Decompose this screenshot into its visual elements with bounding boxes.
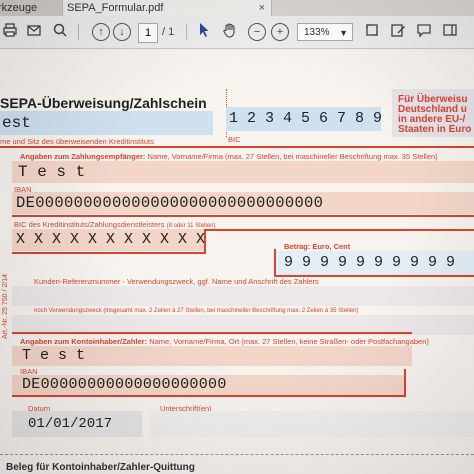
close-tab-icon[interactable]: × (259, 0, 265, 16)
bic2-value: X X X X X X X X X X X (16, 231, 206, 248)
bank-name-field[interactable]: est (0, 111, 213, 135)
recipient-iban-value: DE000000000000000000000000000000 (16, 194, 324, 212)
page-number-input[interactable]: 1 (138, 23, 158, 43)
form-title: SEPA-Überweisung/Zahlschein (0, 95, 207, 111)
toolbar-divider (186, 24, 187, 40)
print-icon[interactable] (0, 22, 20, 42)
cut-line (0, 454, 474, 456)
comment-icon[interactable] (414, 22, 434, 42)
bic-label: BIC (228, 135, 241, 144)
bic-field[interactable]: 1 2 3 4 5 6 7 8 9 0 (226, 107, 400, 131)
bic2-underline (12, 252, 206, 254)
amount-field[interactable]: 9 9 9 9 9 9 9 9 9 9 (276, 251, 474, 275)
amount-label: Betrag: Euro, Cent (284, 242, 351, 251)
iban-underline (12, 215, 474, 217)
payer-label-bold: Angaben zum Kontoinhaber/Zahler: (20, 337, 148, 346)
reference-field[interactable] (12, 286, 474, 306)
bic-value: 1 2 3 4 5 6 7 8 9 0 (229, 110, 401, 127)
edit-icon[interactable] (388, 22, 408, 42)
payer-iban-value: DE00000000000000000000 (22, 376, 227, 393)
previous-page-icon[interactable]: ↑ (92, 23, 110, 41)
recipient-label-bold: Angaben zum Zahlungsempfänger: (20, 152, 146, 161)
toolbar-divider (78, 24, 79, 40)
bic2-label-text: BIC des Kreditinstituts/Zahlungsdienstle… (14, 220, 165, 229)
toolbar: ↑ ↓ 1 / 1 − + 133% ▼ (0, 16, 474, 49)
separator-line (0, 146, 474, 148)
tab-label: SEPA_Formular.pdf (67, 2, 164, 14)
reference-label: Kunden-Referenznummer - Verwendungszweck… (34, 277, 319, 286)
payer-name-value: T e s t (22, 347, 86, 364)
payer-label: Angaben zum Kontoinhaber/Zahler: Name, V… (20, 337, 429, 346)
amount-border (274, 249, 276, 277)
bic2-top-line (204, 229, 474, 231)
sidebar-toggle-icon[interactable] (440, 22, 460, 42)
amount-value: 9 9 9 9 9 9 9 9 9 9 (284, 254, 456, 271)
recipient-name-field[interactable]: T e s t (12, 161, 474, 183)
zoom-select[interactable]: 133% ▼ (297, 23, 353, 41)
bic2-field[interactable]: X X X X X X X X X X X (12, 229, 206, 251)
side-note-line: Staaten in Euro (398, 124, 472, 135)
zoom-out-icon[interactable]: − (248, 23, 266, 41)
payer-name-field[interactable]: T e s t (12, 346, 412, 366)
bic2-border (204, 229, 206, 253)
recipient-label: Angaben zum Zahlungsempfänger: Name, Vor… (20, 152, 438, 161)
zoom-value: 133% (304, 27, 330, 38)
page-total: / 1 (162, 26, 175, 38)
select-cursor-icon[interactable] (194, 22, 214, 42)
search-icon[interactable] (50, 22, 70, 42)
bank-name-label: me und Sitz des überweisenden Kreditinst… (0, 137, 154, 146)
payer-label-text: Name, Vorname/Firma, Ort (max. 27 Stelle… (149, 337, 429, 346)
bank-name-value: est (2, 114, 31, 132)
hand-tool-icon[interactable] (220, 22, 240, 42)
payer-iban-underline (12, 395, 404, 397)
payer-iban-field[interactable]: DE00000000000000000000 (12, 375, 404, 395)
pdf-document: SEPA-Überweisung/Zahlschein est me und S… (0, 49, 474, 474)
bic2-label: BIC des Kreditinstituts/Zahlungsdienstle… (14, 220, 216, 229)
recipient-iban-field[interactable]: DE000000000000000000000000000000 (12, 192, 474, 214)
date-value: 01/01/2017 (28, 416, 113, 432)
chevron-down-icon: ▼ (339, 28, 348, 38)
fit-page-icon[interactable] (362, 22, 382, 42)
receipt-label: Beleg für Kontoinhaber/Zahler-Quittung (6, 462, 195, 473)
next-page-icon[interactable]: ↓ (113, 23, 131, 41)
tab-bar: rkzeuge SEPA_Formular.pdf × (0, 0, 474, 16)
zoom-in-icon[interactable]: + (271, 23, 289, 41)
date-field[interactable]: 01/01/2017 (12, 411, 142, 437)
recipient-name-value: T e s t (18, 163, 86, 181)
side-note: Für Überweisu Deutschland u in andere EU… (398, 95, 474, 135)
mail-icon[interactable] (24, 22, 44, 42)
tab-tools[interactable]: rkzeuge (0, 0, 66, 16)
article-number: Art.-Nr. 25 750 / 2/14 (2, 274, 9, 339)
payer-top-line (12, 332, 412, 334)
recipient-label-text: Name, Vorname/Firma (max. 27 Stellen, be… (147, 152, 438, 161)
reference-label-2: noch Verwendungszweck (insgesamt max. 2 … (34, 308, 359, 314)
signature-field[interactable] (150, 411, 474, 437)
payer-iban-border (404, 369, 406, 397)
tab-sepa-formular[interactable]: SEPA_Formular.pdf × (62, 0, 272, 16)
